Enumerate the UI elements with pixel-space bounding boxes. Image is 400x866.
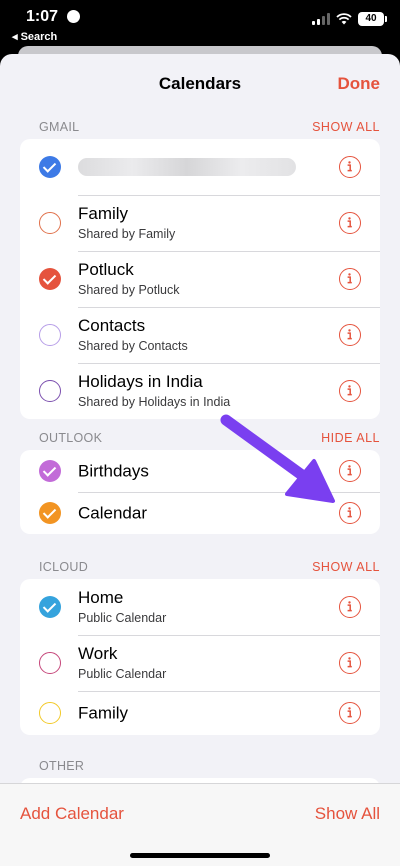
outlook-calendar-list: Birthdays Calendar	[20, 450, 380, 534]
icloud-show-all-button[interactable]: SHOW ALL	[312, 560, 380, 574]
outlook-hide-all-button[interactable]: HIDE ALL	[321, 431, 380, 445]
info-circle-icon[interactable]	[339, 156, 361, 178]
calendar-name: Home	[78, 588, 124, 607]
show-all-button[interactable]: Show All	[315, 804, 380, 824]
calendar-name: Work	[78, 644, 118, 663]
calendar-name: Holidays in India	[78, 372, 203, 391]
calendar-subtitle: Shared by Potluck	[78, 283, 180, 297]
checkmark-icon[interactable]	[39, 156, 61, 178]
home-indicator[interactable]	[130, 853, 270, 858]
checkbox-empty-icon[interactable]	[39, 702, 61, 724]
info-circle-icon[interactable]	[339, 324, 361, 346]
calendar-row-contacts[interactable]: Contacts Shared by Contacts	[20, 307, 380, 363]
calendar-row-work[interactable]: Work Public Calendar	[20, 635, 380, 691]
calendar-name: Birthdays	[78, 461, 149, 481]
info-circle-icon[interactable]	[339, 212, 361, 234]
checkmark-icon[interactable]	[39, 460, 61, 482]
wifi-icon	[336, 13, 352, 25]
calendar-name: Potluck	[78, 260, 134, 279]
section-title-other: OTHER	[39, 759, 85, 773]
location-icon	[67, 10, 80, 23]
info-circle-icon[interactable]	[339, 652, 361, 674]
calendar-subtitle: Public Calendar	[78, 611, 167, 625]
info-circle-icon[interactable]	[339, 702, 361, 724]
calendar-name: Calendar	[78, 503, 147, 523]
info-circle-icon[interactable]	[339, 380, 361, 402]
back-to-search-link[interactable]: ◂ Search	[12, 30, 57, 43]
calendars-sheet: Calendars Done GMAIL SHOW ALL Family Shar…	[0, 54, 400, 866]
status-time: 1:07	[26, 8, 59, 25]
calendar-subtitle: Shared by Family	[78, 227, 176, 241]
calendar-row-birthdays[interactable]: Birthdays	[20, 450, 380, 492]
section-header-gmail: GMAIL SHOW ALL	[39, 120, 380, 134]
calendar-subtitle: Shared by Contacts	[78, 339, 188, 353]
checkbox-empty-icon[interactable]	[39, 212, 61, 234]
info-circle-icon[interactable]	[339, 502, 361, 524]
add-calendar-button[interactable]: Add Calendar	[20, 804, 124, 824]
checkmark-icon[interactable]	[39, 268, 61, 290]
section-header-other: OTHER	[39, 759, 380, 773]
calendar-row-holidays-in-india[interactable]: Holidays in India Shared by Holidays in I…	[20, 363, 380, 419]
icloud-calendar-list: Home Public Calendar Work Public Calendar …	[20, 579, 380, 735]
calendar-subtitle: Public Calendar	[78, 667, 167, 681]
redacted-account-name	[78, 158, 296, 176]
calendar-row-calendar[interactable]: Calendar	[20, 492, 380, 534]
calendar-row-home[interactable]: Home Public Calendar	[20, 579, 380, 635]
calendar-row-icloud-family[interactable]: Family	[20, 691, 380, 735]
calendar-row-potluck[interactable]: Potluck Shared by Potluck	[20, 251, 380, 307]
section-title-outlook: OUTLOOK	[39, 431, 103, 445]
calendar-name: Contacts	[78, 316, 146, 335]
bottom-toolbar: Add Calendar Show All	[0, 783, 400, 866]
section-title-icloud: ICLOUD	[39, 560, 89, 574]
checkbox-empty-icon[interactable]	[39, 324, 61, 346]
info-circle-icon[interactable]	[339, 268, 361, 290]
checkbox-empty-icon[interactable]	[39, 380, 61, 402]
status-indicators: 40	[312, 12, 387, 26]
status-bar: 1:07 ◂ Search 40	[0, 0, 400, 44]
section-title-gmail: GMAIL	[39, 120, 80, 134]
calendar-row-gmail-account[interactable]	[20, 139, 380, 195]
cellular-signal-icon	[312, 13, 330, 25]
checkmark-icon[interactable]	[39, 596, 61, 618]
section-header-icloud: ICLOUD SHOW ALL	[39, 560, 380, 574]
battery-icon: 40	[358, 12, 387, 26]
section-header-outlook: OUTLOOK HIDE ALL	[39, 431, 380, 445]
gmail-calendar-list: Family Shared by Family Potluck Shared by …	[20, 139, 380, 419]
calendar-name: Family	[78, 703, 129, 723]
done-button[interactable]: Done	[338, 74, 381, 94]
calendar-subtitle: Shared by Holidays in India	[78, 395, 231, 409]
checkbox-empty-icon[interactable]	[39, 652, 61, 674]
calendar-row-family[interactable]: Family Shared by Family	[20, 195, 380, 251]
info-circle-icon[interactable]	[339, 460, 361, 482]
checkmark-icon[interactable]	[39, 502, 61, 524]
calendar-name: Family	[78, 204, 129, 223]
gmail-show-all-button[interactable]: SHOW ALL	[312, 120, 380, 134]
info-circle-icon[interactable]	[339, 596, 361, 618]
